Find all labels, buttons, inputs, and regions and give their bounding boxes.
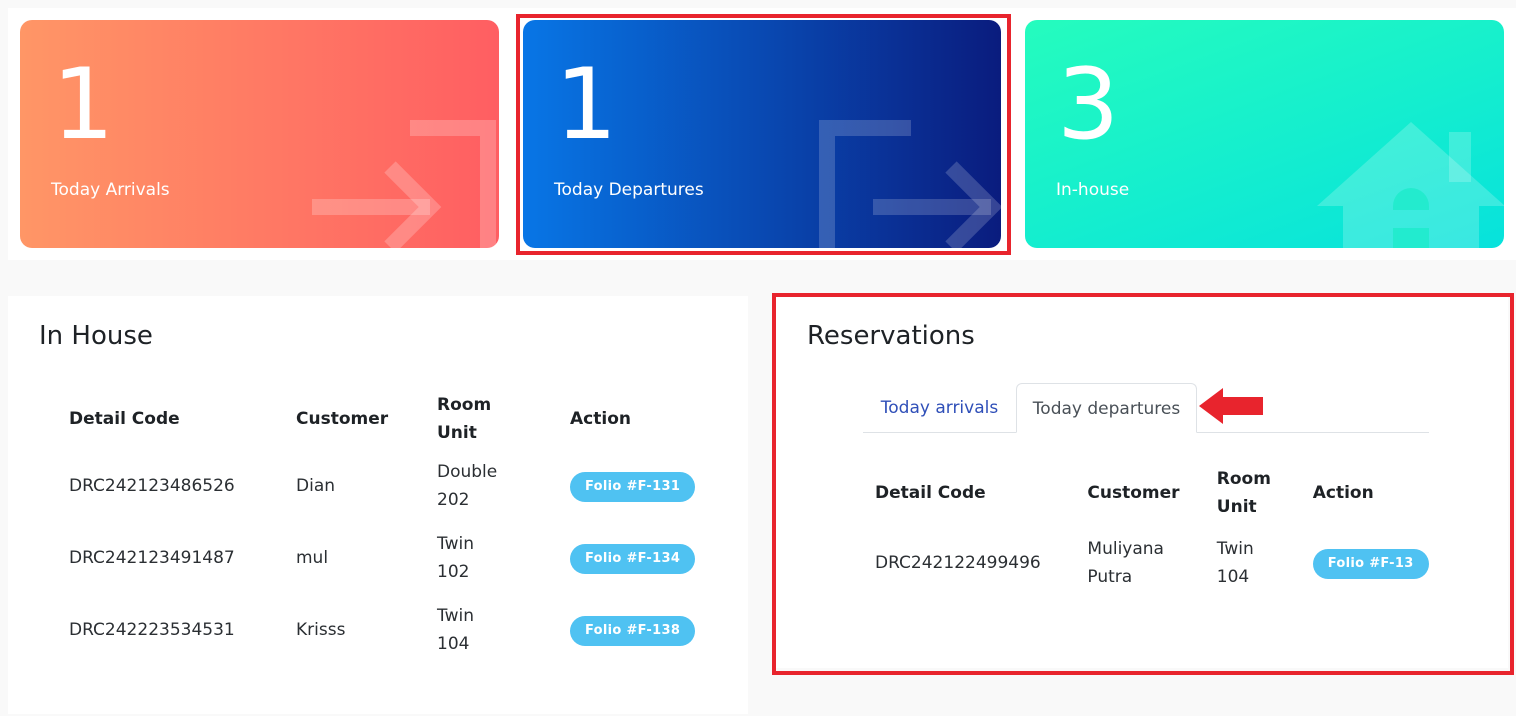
in-house-card[interactable]: 3 In-house <box>1025 20 1504 248</box>
detail-code: DRC242123486526 <box>69 476 235 496</box>
table-row: DRC242123486526 Dian Double 202 Folio #F-… <box>69 450 710 522</box>
table-header-row: Detail Code Customer Room Unit Action <box>69 388 710 450</box>
folio-button[interactable]: Folio #F-134 <box>570 543 696 574</box>
in-house-table: Detail Code Customer Room Unit Action DRC… <box>69 388 710 666</box>
customer-name: mul <box>296 548 329 568</box>
departures-card-highlight <box>516 14 1011 255</box>
sign-in-icon <box>312 120 496 248</box>
room-unit: Twin 104 <box>437 606 474 654</box>
arrivals-count: 1 <box>52 48 115 162</box>
room-unit: Twin 102 <box>437 534 474 582</box>
folio-button[interactable]: Folio #F-131 <box>570 471 696 502</box>
room-unit: Double 202 <box>437 462 498 510</box>
header-room-unit: Room Unit <box>437 395 492 443</box>
detail-code: DRC242123491487 <box>69 548 235 568</box>
arrivals-label: Today Arrivals <box>51 180 170 200</box>
reservations-highlight <box>772 293 1514 675</box>
header-customer: Customer <box>296 409 389 429</box>
header-action: Action <box>570 409 631 429</box>
inhouse-count: 3 <box>1057 48 1120 162</box>
inhouse-label: In-house <box>1056 180 1130 200</box>
customer-name: Krisss <box>296 620 346 640</box>
today-arrivals-card[interactable]: 1 Today Arrivals <box>20 20 499 248</box>
customer-name: Dian <box>296 476 336 496</box>
table-row: DRC242123491487 mul Twin 102 Folio #F-134 <box>69 522 710 594</box>
table-row: DRC242223534531 Krisss Twin 104 Folio #F-… <box>69 594 710 666</box>
detail-code: DRC242223534531 <box>69 620 235 640</box>
house-icon <box>1317 122 1504 248</box>
in-house-title: In House <box>39 321 153 351</box>
header-detail-code: Detail Code <box>69 409 180 429</box>
folio-button[interactable]: Folio #F-138 <box>570 615 696 646</box>
